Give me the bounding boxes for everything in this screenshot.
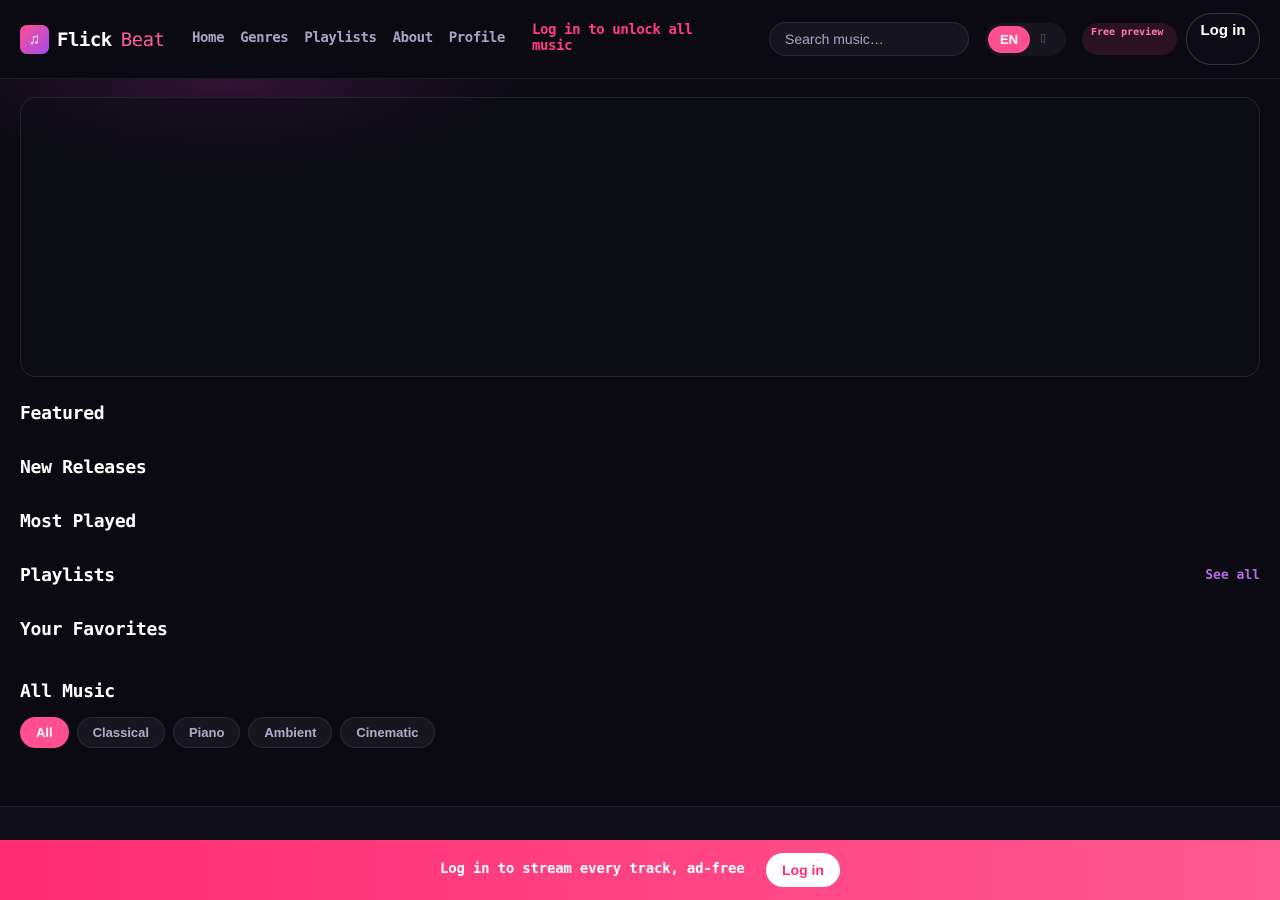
language-option-selected[interactable]: EN (988, 26, 1030, 53)
language-toggle[interactable]: EN ▯ (985, 23, 1066, 56)
brand-name-part2: Beat (120, 28, 165, 51)
unlock-prompt-link[interactable]: Log in to unlock all music (532, 22, 732, 54)
filter-chip-ambient[interactable]: Ambient (248, 717, 333, 748)
section-title-featured: Featured (20, 403, 105, 424)
login-cta-bar: Log in to stream every track, ad-free Lo… (0, 840, 1280, 900)
filter-chip-all[interactable]: All (20, 717, 69, 748)
search-input[interactable] (769, 22, 969, 56)
brand-logo[interactable]: ♫ Flick Beat (20, 25, 165, 54)
header-login-button[interactable]: Log in (1186, 13, 1260, 65)
filter-chip-cinematic[interactable]: Cinematic (340, 717, 435, 748)
filter-chip-piano[interactable]: Piano (173, 717, 241, 748)
nav-item-profile[interactable]: Profile (449, 30, 506, 46)
cta-text: Log in to stream every track, ad-free (440, 861, 745, 877)
brand-name-part1: Flick (57, 28, 112, 51)
section-title-all-music: All Music (20, 681, 115, 702)
main-nav: Home Genres Playlists About Profile (192, 30, 505, 46)
section-title-playlists: Playlists (20, 565, 115, 586)
free-preview-badge: Free preview (1082, 23, 1177, 55)
nav-item-about[interactable]: About (393, 30, 434, 46)
footer-band (0, 806, 1280, 840)
nav-item-home[interactable]: Home (192, 30, 225, 46)
nav-item-playlists[interactable]: Playlists (304, 30, 377, 46)
filter-chip-classical[interactable]: Classical (76, 717, 165, 748)
music-note-icon: ♫ (20, 25, 49, 54)
moon-icon[interactable]: ▯ (1040, 31, 1052, 46)
brand-name: Flick Beat (57, 28, 165, 51)
section-title-new-releases: New Releases (20, 457, 147, 478)
cta-login-button[interactable]: Log in (766, 853, 840, 887)
top-nav-bar: ♫ Flick Beat Home Genres Playlists About … (0, 0, 1280, 79)
genre-filter-chips: All Classical Piano Ambient Cinematic (20, 717, 435, 748)
see-all-playlists-link[interactable]: See all (1196, 568, 1260, 583)
section-title-most-played: Most Played (20, 511, 136, 532)
section-title-favorites: Your Favorites (20, 619, 168, 640)
hero-banner (20, 97, 1260, 377)
nav-item-genres[interactable]: Genres (240, 30, 289, 46)
